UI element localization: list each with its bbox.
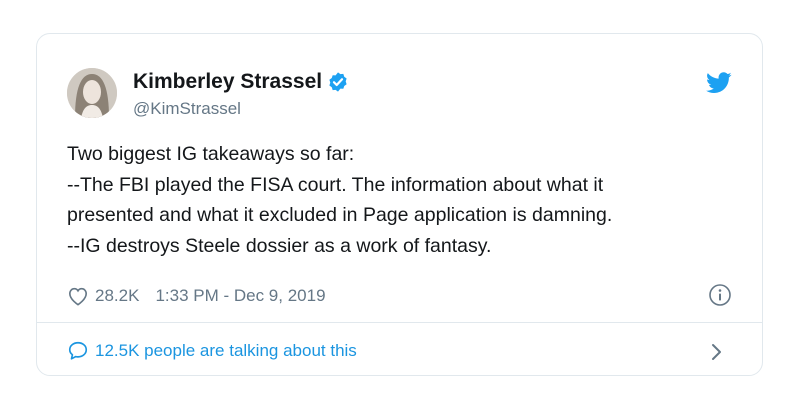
twitter-bird-icon[interactable] xyxy=(706,72,732,94)
tweet-text-line: presented and what it excluded in Page a… xyxy=(67,204,613,226)
avatar[interactable] xyxy=(67,68,117,118)
tweet-card[interactable]: Kimberley Strassel @KimStrassel Two bigg… xyxy=(36,33,763,376)
tweet-timestamp[interactable]: 1:33 PM - Dec 9, 2019 xyxy=(155,286,325,306)
tweet-text-line: Two biggest IG takeaways so far: xyxy=(67,143,355,165)
author-handle[interactable]: @KimStrassel xyxy=(133,99,241,119)
tweet-text: Two biggest IG takeaways so far: --The F… xyxy=(67,139,747,261)
talking-about-link[interactable]: 12.5K people are talking about this xyxy=(67,340,357,362)
tweet-text-line: --The FBI played the FISA court. The inf… xyxy=(67,173,604,196)
heart-icon[interactable] xyxy=(67,286,89,306)
speech-bubble-icon xyxy=(67,340,89,362)
divider xyxy=(37,322,762,323)
tweet-text-line: --IG destroys Steele dossier as a work o… xyxy=(67,234,492,257)
info-icon[interactable] xyxy=(708,283,732,307)
tweet-meta: 28.2K 1:33 PM - Dec 9, 2019 xyxy=(67,286,326,306)
talking-about-label: 12.5K people are talking about this xyxy=(95,341,357,360)
author-name[interactable]: Kimberley Strassel xyxy=(133,70,322,94)
verified-badge-icon xyxy=(327,71,349,93)
chevron-right-icon[interactable] xyxy=(710,341,724,363)
like-count[interactable]: 28.2K xyxy=(95,286,139,306)
